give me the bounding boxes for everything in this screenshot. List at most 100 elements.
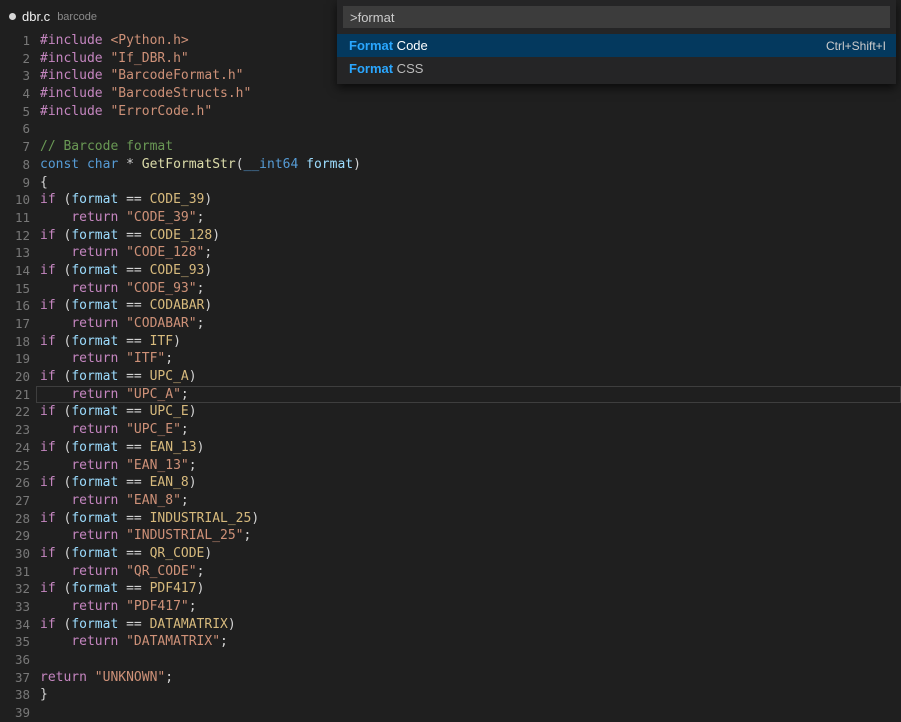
line-number: 3 — [0, 67, 30, 85]
modified-dot-icon — [9, 13, 16, 20]
line-number: 14 — [0, 262, 30, 280]
code-line-4[interactable]: 4 #include "BarcodeStructs.h" — [0, 85, 901, 103]
code-line-30[interactable]: 30if (format == QR_CODE) — [0, 545, 901, 563]
code-line-14[interactable]: 14 if (format == CODE_93) — [0, 262, 901, 280]
line-number: 6 — [0, 120, 30, 138]
code-text: if (format == UPC_A) — [36, 368, 901, 386]
code-text: const char * GetFormatStr(__int64 format… — [36, 156, 901, 174]
line-number: 12 — [0, 227, 30, 245]
code-line-15[interactable]: 15 return "CODE_93"; — [0, 280, 901, 298]
code-line-25[interactable]: 25 return "EAN_13"; — [0, 457, 901, 475]
code-line-8[interactable]: 8 const char * GetFormatStr(__int64 forma… — [0, 156, 901, 174]
code-line-39[interactable]: 39 — [0, 704, 901, 722]
code-text: return "DATAMATRIX"; — [36, 633, 901, 651]
line-number: 34 — [0, 616, 30, 634]
command-palette: Format CodeCtrl+Shift+IFormat CSS — [337, 0, 896, 84]
line-number: 17 — [0, 315, 30, 333]
code-line-28[interactable]: 28if (format == INDUSTRIAL_25) — [0, 510, 901, 528]
line-number: 15 — [0, 280, 30, 298]
line-number: 33 — [0, 598, 30, 616]
line-number: 19 — [0, 350, 30, 368]
code-line-31[interactable]: 31 return "QR_CODE"; — [0, 563, 901, 581]
line-number: 1 — [0, 32, 30, 50]
code-text: if (format == DATAMATRIX) — [36, 616, 901, 634]
code-text: return "EAN_8"; — [36, 492, 901, 510]
code-line-10[interactable]: 10 if (format == CODE_39) — [0, 191, 901, 209]
code-text: if (format == INDUSTRIAL_25) — [36, 510, 901, 528]
line-number: 13 — [0, 244, 30, 262]
code-line-38[interactable]: 38} — [0, 686, 901, 704]
line-number: 36 — [0, 651, 30, 669]
code-text: return "UPC_E"; — [36, 421, 901, 439]
line-number: 23 — [0, 421, 30, 439]
tab-filename[interactable]: dbr.c — [22, 9, 50, 24]
line-number: 24 — [0, 439, 30, 457]
tab-folder-label: barcode — [57, 10, 97, 23]
line-number: 38 — [0, 686, 30, 704]
line-number: 4 — [0, 85, 30, 103]
command-palette-input[interactable] — [343, 6, 890, 28]
code-line-24[interactable]: 24 if (format == EAN_13) — [0, 439, 901, 457]
code-line-32[interactable]: 32if (format == PDF417) — [0, 580, 901, 598]
code-text: if (format == EAN_8) — [36, 474, 901, 492]
code-line-36[interactable]: 36 — [0, 651, 901, 669]
code-line-6[interactable]: 6 — [0, 120, 901, 138]
code-text: return "QR_CODE"; — [36, 563, 901, 581]
line-number: 5 — [0, 103, 30, 121]
palette-item-format-css[interactable]: Format CSS — [337, 57, 896, 80]
code-line-19[interactable]: 19 return "ITF"; — [0, 350, 901, 368]
code-line-5[interactable]: 5 #include "ErrorCode.h" — [0, 103, 901, 121]
line-number: 26 — [0, 474, 30, 492]
code-line-7[interactable]: 7 // Barcode format — [0, 138, 901, 156]
code-line-35[interactable]: 35 return "DATAMATRIX"; — [0, 633, 901, 651]
code-line-18[interactable]: 18if (format == ITF) — [0, 333, 901, 351]
line-number: 21 — [0, 386, 30, 404]
line-number: 25 — [0, 457, 30, 475]
code-text: if (format == CODABAR) — [36, 297, 901, 315]
code-line-16[interactable]: 16if (format == CODABAR) — [0, 297, 901, 315]
code-text: return "ITF"; — [36, 350, 901, 368]
line-number: 9 — [0, 174, 30, 192]
code-text: return "INDUSTRIAL_25"; — [36, 527, 901, 545]
line-number: 7 — [0, 138, 30, 156]
code-text: return "UNKNOWN"; — [36, 669, 901, 687]
line-number: 27 — [0, 492, 30, 510]
code-line-9[interactable]: 9{ — [0, 174, 901, 192]
code-text: #include "ErrorCode.h" — [36, 103, 901, 121]
code-line-13[interactable]: 13 return "CODE_128"; — [0, 244, 901, 262]
palette-item-keybinding: Ctrl+Shift+I — [826, 39, 886, 53]
code-line-29[interactable]: 29 return "INDUSTRIAL_25"; — [0, 527, 901, 545]
line-number: 29 — [0, 527, 30, 545]
line-number: 30 — [0, 545, 30, 563]
code-text: if (format == CODE_39) — [36, 191, 901, 209]
code-text — [36, 651, 901, 669]
code-line-33[interactable]: 33 return "PDF417"; — [0, 598, 901, 616]
code-line-17[interactable]: 17 return "CODABAR"; — [0, 315, 901, 333]
code-line-20[interactable]: 20if (format == UPC_A) — [0, 368, 901, 386]
line-number: 18 — [0, 333, 30, 351]
palette-item-match: Format — [349, 38, 393, 53]
line-number: 8 — [0, 156, 30, 174]
code-line-26[interactable]: 26 if (format == EAN_8) — [0, 474, 901, 492]
line-number: 11 — [0, 209, 30, 227]
code-text: return "UPC_A"; — [36, 386, 901, 404]
line-number: 31 — [0, 563, 30, 581]
code-text: // Barcode format — [36, 138, 901, 156]
code-line-22[interactable]: 22if (format == UPC_E) — [0, 403, 901, 421]
palette-item-format-code[interactable]: Format CodeCtrl+Shift+I — [337, 34, 896, 57]
code-text: if (format == CODE_93) — [36, 262, 901, 280]
line-number: 10 — [0, 191, 30, 209]
code-line-11[interactable]: 11 return "CODE_39"; — [0, 209, 901, 227]
code-line-12[interactable]: 12 if (format == CODE_128) — [0, 227, 901, 245]
code-text: if (format == PDF417) — [36, 580, 901, 598]
code-line-21[interactable]: 21 return "UPC_A"; — [0, 386, 901, 404]
code-editor[interactable]: 1#include <Python.h>2#include "If_DBR.h"… — [0, 32, 901, 711]
code-line-34[interactable]: 34 if (format == DATAMATRIX) — [0, 616, 901, 634]
code-text: if (format == CODE_128) — [36, 227, 901, 245]
code-text: #include "BarcodeStructs.h" — [36, 85, 901, 103]
code-line-23[interactable]: 23 return "UPC_E"; — [0, 421, 901, 439]
code-line-37[interactable]: 37return "UNKNOWN"; — [0, 669, 901, 687]
code-line-27[interactable]: 27 return "EAN_8"; — [0, 492, 901, 510]
code-text: if (format == EAN_13) — [36, 439, 901, 457]
code-text: if (format == UPC_E) — [36, 403, 901, 421]
